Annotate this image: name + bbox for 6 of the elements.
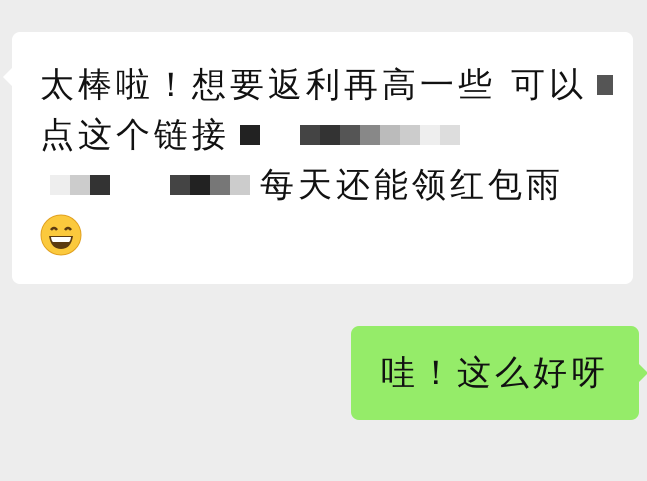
- message-text: 点这个链接: [40, 114, 230, 157]
- smiley-icon: [40, 214, 82, 256]
- message-text: 哇！这么好呀: [381, 352, 609, 395]
- message-text: 太棒啦！想要返利再高一些 可以: [40, 64, 587, 107]
- message-text: 每天还能领红包雨: [260, 164, 564, 207]
- pixelated-text-drawing: [596, 72, 613, 98]
